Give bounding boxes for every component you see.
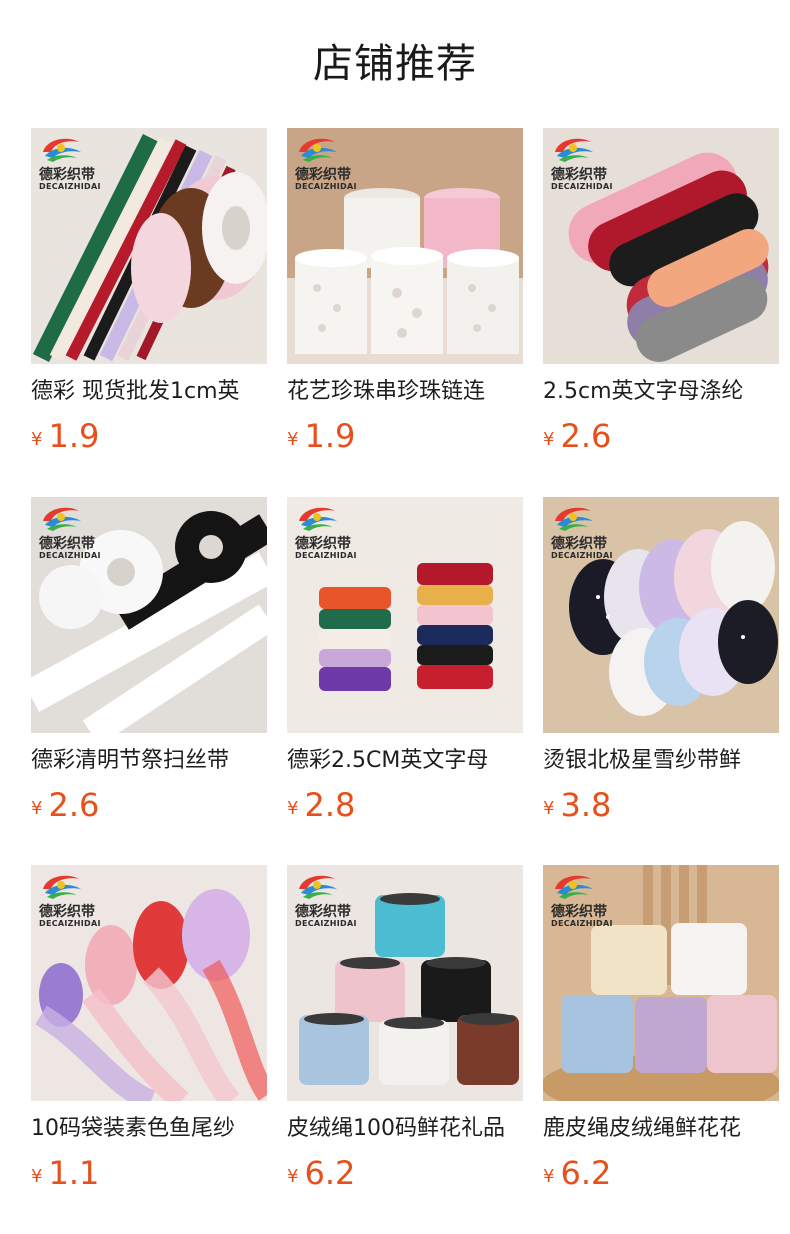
brand-logo-icon bbox=[555, 507, 593, 531]
product-price: ¥1.9 bbox=[287, 416, 355, 456]
product-price: ¥2.6 bbox=[31, 785, 99, 825]
product-name[interactable]: 德彩 现货批发1cm英 bbox=[31, 376, 267, 408]
product-card[interactable]: 德彩织带 DECAIZHIDAI 皮绒绳100码鲜花礼品 ¥6.2 bbox=[287, 865, 523, 1195]
product-price: ¥2.8 bbox=[287, 785, 355, 825]
product-image[interactable]: 德彩织带 DECAIZHIDAI bbox=[543, 865, 779, 1101]
brand-name: 德彩织带 bbox=[295, 536, 351, 552]
brand-logo-icon bbox=[555, 138, 593, 162]
product-card[interactable]: 德彩织带 DECAIZHIDAI 德彩清明节祭扫丝带 ¥2.6 bbox=[31, 497, 267, 827]
brand-logo-icon bbox=[299, 507, 337, 531]
brand-name: 德彩织带 bbox=[39, 536, 95, 552]
brand-name-en: DECAIZHIDAI bbox=[295, 551, 357, 560]
brand-name-en: DECAIZHIDAI bbox=[39, 551, 101, 560]
product-image[interactable]: 德彩织带 DECAIZHIDAI bbox=[287, 128, 523, 364]
product-image[interactable]: 德彩织带 DECAIZHIDAI bbox=[31, 497, 267, 733]
price-value: 6.2 bbox=[560, 1154, 612, 1192]
product-card[interactable]: 德彩织带 DECAIZHIDAI 德彩2.5CM英文字母 ¥2.8 bbox=[287, 497, 523, 827]
brand-logo: 德彩织带 DECAIZHIDAI bbox=[551, 134, 631, 191]
price-value: 3.8 bbox=[560, 786, 612, 824]
brand-name-en: DECAIZHIDAI bbox=[39, 182, 101, 191]
price-value: 1.9 bbox=[48, 417, 100, 455]
product-image[interactable]: 德彩织带 DECAIZHIDAI bbox=[31, 128, 267, 364]
brand-logo-icon bbox=[43, 507, 81, 531]
product-card[interactable]: 德彩织带 DECAIZHIDAI 德彩 现货批发1cm英 ¥1.9 bbox=[31, 128, 267, 458]
brand-logo-icon bbox=[43, 138, 81, 162]
product-price: ¥3.8 bbox=[543, 785, 611, 825]
product-price: ¥1.1 bbox=[31, 1153, 99, 1193]
brand-name: 德彩织带 bbox=[295, 904, 351, 920]
product-card[interactable]: 德彩织带 DECAIZHIDAI 10码袋装素色鱼尾纱 ¥1.1 bbox=[31, 865, 267, 1195]
brand-logo: 德彩织带 DECAIZHIDAI bbox=[39, 503, 119, 560]
brand-logo-icon bbox=[299, 875, 337, 899]
price-value: 1.9 bbox=[304, 417, 356, 455]
product-price: ¥6.2 bbox=[287, 1153, 355, 1193]
product-image[interactable]: 德彩织带 DECAIZHIDAI bbox=[287, 497, 523, 733]
currency-symbol: ¥ bbox=[543, 798, 555, 819]
brand-logo: 德彩织带 DECAIZHIDAI bbox=[551, 503, 631, 560]
brand-logo: 德彩织带 DECAIZHIDAI bbox=[39, 134, 119, 191]
price-value: 2.8 bbox=[304, 786, 356, 824]
product-card[interactable]: 德彩织带 DECAIZHIDAI 烫银北极星雪纱带鲜 ¥3.8 bbox=[543, 497, 779, 827]
brand-name: 德彩织带 bbox=[551, 904, 607, 920]
price-value: 1.1 bbox=[48, 1154, 100, 1192]
currency-symbol: ¥ bbox=[543, 429, 555, 450]
product-name[interactable]: 烫银北极星雪纱带鲜 bbox=[543, 745, 779, 777]
price-value: 6.2 bbox=[304, 1154, 356, 1192]
product-name[interactable]: 10码袋装素色鱼尾纱 bbox=[31, 1113, 267, 1145]
product-name[interactable]: 皮绒绳100码鲜花礼品 bbox=[287, 1113, 523, 1145]
currency-symbol: ¥ bbox=[31, 1166, 43, 1187]
brand-logo-icon bbox=[43, 875, 81, 899]
product-name[interactable]: 德彩清明节祭扫丝带 bbox=[31, 745, 267, 777]
brand-logo-icon bbox=[555, 875, 593, 899]
product-card[interactable]: 德彩织带 DECAIZHIDAI 花艺珍珠串珍珠链连 ¥1.9 bbox=[287, 128, 523, 458]
page-title: 店铺推荐 bbox=[313, 41, 477, 87]
product-name[interactable]: 花艺珍珠串珍珠链连 bbox=[287, 376, 523, 408]
brand-name-en: DECAIZHIDAI bbox=[295, 182, 357, 191]
brand-name: 德彩织带 bbox=[551, 167, 607, 183]
product-image[interactable]: 德彩织带 DECAIZHIDAI bbox=[31, 865, 267, 1101]
product-card[interactable]: 德彩织带 DECAIZHIDAI 鹿皮绳皮绒绳鲜花花 ¥6.2 bbox=[543, 865, 779, 1195]
product-image[interactable]: 德彩织带 DECAIZHIDAI bbox=[543, 497, 779, 733]
currency-symbol: ¥ bbox=[287, 429, 299, 450]
product-name[interactable]: 鹿皮绳皮绒绳鲜花花 bbox=[543, 1113, 779, 1145]
brand-name-en: DECAIZHIDAI bbox=[551, 919, 613, 928]
product-price: ¥6.2 bbox=[543, 1153, 611, 1193]
brand-name: 德彩织带 bbox=[39, 904, 95, 920]
brand-name-en: DECAIZHIDAI bbox=[551, 551, 613, 560]
brand-logo: 德彩织带 DECAIZHIDAI bbox=[295, 503, 375, 560]
product-price: ¥2.6 bbox=[543, 416, 611, 456]
product-name[interactable]: 2.5cm英文字母涤纶 bbox=[543, 376, 779, 408]
brand-name: 德彩织带 bbox=[39, 167, 95, 183]
brand-logo: 德彩织带 DECAIZHIDAI bbox=[551, 871, 631, 928]
brand-logo-icon bbox=[299, 138, 337, 162]
price-value: 2.6 bbox=[48, 786, 100, 824]
brand-name-en: DECAIZHIDAI bbox=[551, 182, 613, 191]
product-image[interactable]: 德彩织带 DECAIZHIDAI bbox=[543, 128, 779, 364]
brand-name: 德彩织带 bbox=[551, 536, 607, 552]
brand-name-en: DECAIZHIDAI bbox=[295, 919, 357, 928]
currency-symbol: ¥ bbox=[287, 798, 299, 819]
product-price: ¥1.9 bbox=[31, 416, 99, 456]
currency-symbol: ¥ bbox=[543, 1166, 555, 1187]
price-value: 2.6 bbox=[560, 417, 612, 455]
currency-symbol: ¥ bbox=[287, 1166, 299, 1187]
brand-logo: 德彩织带 DECAIZHIDAI bbox=[39, 871, 119, 928]
brand-name: 德彩织带 bbox=[295, 167, 351, 183]
product-card[interactable]: 德彩织带 DECAIZHIDAI 2.5cm英文字母涤纶 ¥2.6 bbox=[543, 128, 779, 458]
currency-symbol: ¥ bbox=[31, 798, 43, 819]
brand-logo: 德彩织带 DECAIZHIDAI bbox=[295, 134, 375, 191]
currency-symbol: ¥ bbox=[31, 429, 43, 450]
product-image[interactable]: 德彩织带 DECAIZHIDAI bbox=[287, 865, 523, 1101]
product-name[interactable]: 德彩2.5CM英文字母 bbox=[287, 745, 523, 777]
brand-logo: 德彩织带 DECAIZHIDAI bbox=[295, 871, 375, 928]
brand-name-en: DECAIZHIDAI bbox=[39, 919, 101, 928]
